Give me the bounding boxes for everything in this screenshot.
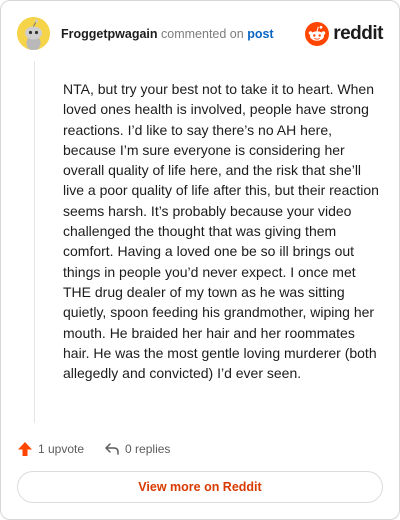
commented-on-text: commented on [161,27,244,41]
reddit-brand-link[interactable]: reddit [305,21,383,47]
reddit-wordmark: reddit [333,23,383,44]
reply-count: 0 replies [125,442,171,456]
reddit-logo-icon [305,22,330,46]
snoo-avatar-icon [17,17,50,50]
comment-meta: Froggetpwagain commented on post [61,27,274,41]
embedded-comment-card: Froggetpwagain commented on post reddit … [0,0,400,520]
comment-body: NTA, but try your best not to take it to… [63,81,379,382]
post-link[interactable]: post [247,27,273,41]
user-avatar[interactable] [17,17,50,50]
upvote-count: 1 upvote [38,442,85,456]
upvote-button[interactable]: 1 upvote [17,441,84,457]
reply-button[interactable]: 0 replies [104,441,170,457]
comment-header: Froggetpwagain commented on post reddit [17,17,383,53]
comment-actions: 1 upvote 0 replies [17,438,190,460]
view-more-on-reddit-button[interactable]: View more on Reddit [17,471,383,503]
username-link[interactable]: Froggetpwagain [61,27,158,41]
reply-arrow-icon [105,443,119,455]
thread-line [34,61,35,423]
upvote-arrow-icon [18,442,32,456]
